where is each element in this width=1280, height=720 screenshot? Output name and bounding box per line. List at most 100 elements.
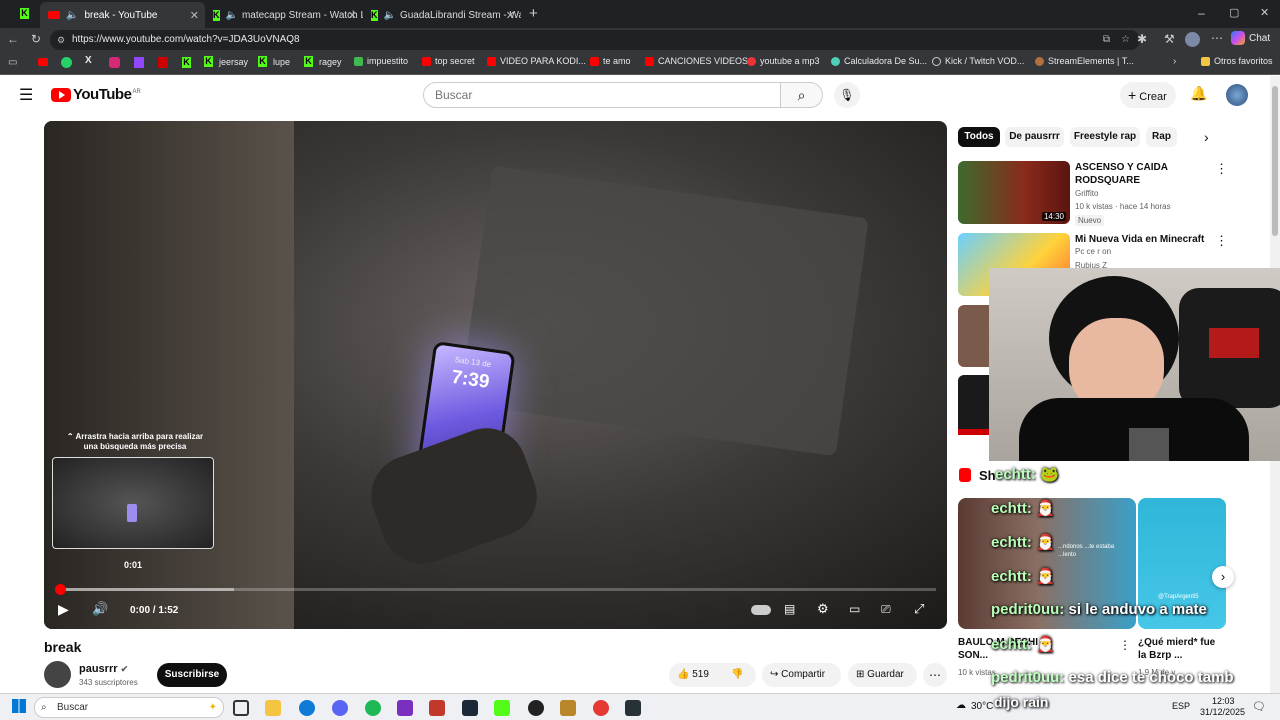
maximize-icon[interactable]: ▢: [1229, 6, 1239, 19]
settings-gear-icon[interactable]: ⚙: [817, 601, 829, 617]
voice-search-button[interactable]: 🎙: [834, 82, 860, 108]
bookmark-streamelements[interactable]: StreamElements | T...: [1035, 56, 1134, 66]
install-app-icon[interactable]: ⧉: [1103, 30, 1110, 50]
close-tab-icon[interactable]: ✕: [506, 9, 515, 22]
taskbar-search[interactable]: ⌕ Buscar ✦: [34, 697, 224, 718]
rec-channel-1[interactable]: Griffito: [1075, 189, 1098, 198]
app-icon-purple[interactable]: [397, 700, 413, 716]
bookmark-kick-twitch-vod[interactable]: Kick / Twitch VOD...: [932, 56, 1024, 66]
steam-icon[interactable]: [462, 700, 478, 716]
close-tab-icon[interactable]: ✕: [190, 9, 199, 22]
search-button[interactable]: ⌕: [781, 82, 823, 108]
more-actions-icon[interactable]: ⋯: [923, 663, 947, 687]
weather-temp[interactable]: 30°C: [971, 701, 993, 712]
clock-time[interactable]: 12:03: [1212, 696, 1235, 706]
spotify-icon[interactable]: [365, 700, 381, 716]
twitch-bookmark-icon[interactable]: [134, 57, 144, 68]
minimize-icon[interactable]: –: [1198, 6, 1205, 20]
save-button[interactable]: ⊞ Guardar: [848, 663, 917, 687]
bookmark-video-kodi[interactable]: VIDEO PARA KODI...: [487, 56, 586, 66]
thumbs-down-icon[interactable]: 👎: [731, 663, 743, 687]
autoplay-toggle[interactable]: [751, 605, 771, 615]
tab-youtube[interactable]: 🔈 break - YouTube ✕: [40, 2, 205, 28]
chip-freestyle-rap[interactable]: Freestyle rap: [1070, 127, 1140, 147]
whatsapp-bookmark-icon[interactable]: [61, 57, 72, 68]
close-tab-icon[interactable]: ✕: [348, 9, 357, 22]
chip-rap[interactable]: Rap: [1146, 127, 1177, 147]
tools-icon[interactable]: ⚒: [1164, 32, 1175, 46]
share-button[interactable]: ↪ Compartir: [762, 663, 841, 687]
rec-more-icon[interactable]: ⋮: [1215, 161, 1228, 177]
bookmark-te-amo[interactable]: te amo: [590, 56, 631, 66]
instagram-bookmark-icon[interactable]: [109, 57, 120, 68]
kick-favicon-icon[interactable]: K: [20, 8, 29, 19]
like-button[interactable]: 👍 519: [677, 669, 709, 680]
language-indicator[interactable]: ESP: [1172, 701, 1190, 711]
red-bookmark-icon[interactable]: [158, 57, 168, 68]
chip-de-pausrrr[interactable]: De pausrrr: [1005, 127, 1064, 147]
copilot-chat-button[interactable]: Chat: [1231, 31, 1270, 45]
back-icon[interactable]: ←: [7, 32, 19, 46]
notifications-bell-icon[interactable]: 🔔: [1190, 85, 1207, 102]
account-avatar[interactable]: [1226, 84, 1248, 106]
volume-icon[interactable]: 🔊: [92, 601, 108, 617]
rec-thumbnail-1[interactable]: 14:30: [958, 161, 1070, 224]
weather-icon[interactable]: ☁: [956, 700, 966, 711]
chip-todos[interactable]: Todos: [958, 127, 1000, 147]
app-icon-red[interactable]: [429, 700, 445, 716]
subscribe-button[interactable]: Suscribirse: [157, 663, 227, 687]
bookmark-impuestito[interactable]: impuestito: [354, 56, 408, 66]
bookmark-ragey[interactable]: Kragey: [304, 56, 342, 67]
chips-chevron-right-icon[interactable]: ›: [1204, 129, 1209, 145]
profile-avatar[interactable]: [1185, 32, 1200, 47]
create-button[interactable]: + Crear: [1120, 82, 1176, 108]
more-menu-icon[interactable]: ⋯: [1211, 31, 1223, 45]
file-explorer-icon[interactable]: [265, 700, 281, 716]
channel-avatar[interactable]: [44, 661, 71, 688]
subtitles-icon[interactable]: ▤: [784, 602, 795, 616]
scrollbar-thumb[interactable]: [1272, 86, 1278, 236]
clock-date[interactable]: 31/12/2025: [1200, 707, 1245, 717]
terminal-icon[interactable]: [625, 700, 641, 716]
menu-icon[interactable]: ☰: [19, 85, 33, 105]
rec-more-icon[interactable]: ⋮: [1215, 233, 1228, 249]
edge-icon[interactable]: [299, 700, 315, 716]
bookmark-canciones[interactable]: CANCIONES VIDEOS: [645, 56, 748, 66]
bookmark-calculadora[interactable]: Calculadora De Su...: [831, 56, 927, 66]
task-view-icon[interactable]: [233, 700, 249, 716]
close-window-icon[interactable]: ✕: [1260, 6, 1269, 19]
bookmark-top-secret[interactable]: top secret: [422, 56, 475, 66]
fullscreen-icon[interactable]: ⤢: [914, 601, 924, 617]
tab-guadalibrandi[interactable]: K 🔈 GuadaLibrandi Stream - Watc ✕: [363, 2, 521, 28]
rec-title-1[interactable]: ASCENSO Y CAIDA RODSQUARE: [1075, 161, 1205, 187]
cast-icon[interactable]: ⎚: [881, 602, 891, 617]
rec-title-2[interactable]: Mi Nueva Vida en Minecraft: [1075, 233, 1205, 246]
url-input[interactable]: ⚙ https://www.youtube.com/watch?v=JDA3Uo…: [50, 30, 1140, 50]
chevron-right-icon[interactable]: ›: [1173, 56, 1176, 67]
discord-icon[interactable]: [332, 700, 348, 716]
bookmark-lupe[interactable]: Klupe: [258, 56, 290, 67]
progress-track[interactable]: [55, 584, 936, 595]
app-icon-circle-red[interactable]: [593, 700, 609, 716]
reading-list-icon[interactable]: ▭: [8, 57, 17, 68]
kick-app-icon[interactable]: [494, 700, 510, 716]
extensions-icon[interactable]: ✱: [1137, 32, 1147, 46]
site-info-icon[interactable]: ⚙: [57, 30, 65, 50]
bookmark-star-icon[interactable]: ☆: [1121, 30, 1130, 50]
obs-icon[interactable]: [528, 700, 544, 716]
new-tab-icon[interactable]: +: [529, 5, 538, 22]
reload-icon[interactable]: ↻: [31, 32, 41, 46]
search-input[interactable]: Buscar: [423, 82, 781, 108]
channel-name[interactable]: pausrrr ✔: [79, 663, 128, 675]
x-bookmark-icon[interactable]: X: [85, 55, 92, 66]
youtube-logo[interactable]: YouTube AR: [51, 86, 141, 103]
miniplayer-icon[interactable]: ▭: [849, 602, 860, 616]
video-player[interactable]: Sab 13 de 7:39 ⌃ Arrastra hacia arriba p…: [44, 121, 947, 629]
progress-scrubber[interactable]: [55, 584, 66, 595]
minecraft-icon[interactable]: [560, 700, 576, 716]
tab-matecapp[interactable]: K 🔈 matecapp Stream - Watch Liv ✕: [205, 2, 363, 28]
bookmark-youtube-mp3[interactable]: youtube a mp3: [747, 56, 820, 66]
kick-bookmark-icon[interactable]: K: [182, 57, 191, 68]
play-icon[interactable]: ▶: [58, 601, 69, 618]
youtube-bookmark-icon[interactable]: [38, 58, 48, 66]
